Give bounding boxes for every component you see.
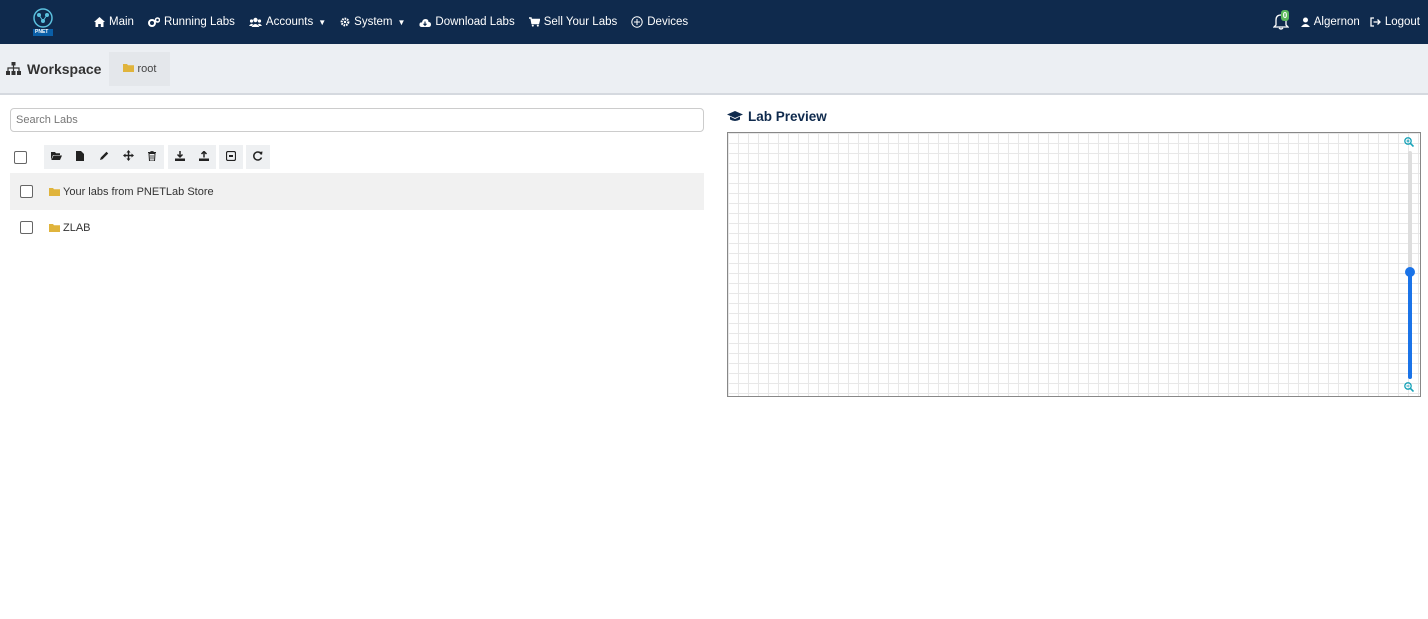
lab-toolbar [14, 145, 270, 169]
nav-main[interactable]: Main [94, 16, 134, 28]
select-all-checkbox[interactable] [14, 150, 27, 164]
nav-system-label: System [354, 16, 393, 28]
open-folder-button[interactable] [44, 145, 68, 169]
search-input[interactable] [10, 108, 704, 132]
import-icon [175, 150, 185, 164]
move-icon [122, 150, 134, 164]
export-icon [199, 149, 209, 164]
move-button[interactable] [116, 145, 140, 169]
nav-accounts[interactable]: Accounts ▼ [248, 16, 327, 28]
lab-preview-title: Lab Preview [727, 109, 827, 124]
zoom-slider-thumb[interactable] [1405, 267, 1415, 277]
caret-down-icon: ▼ [397, 17, 406, 27]
cogs-icon [147, 17, 160, 27]
folder-name[interactable]: Your labs from PNETLab Store [63, 186, 214, 198]
export-button[interactable] [192, 145, 216, 169]
pnet-logo[interactable]: PNET [30, 7, 56, 37]
caret-down-icon: ▼ [318, 17, 327, 27]
lab-preview-label: Lab Preview [748, 109, 827, 124]
nav-devices-label: Devices [647, 16, 689, 28]
nav-running-labs[interactable]: Running Labs [147, 16, 235, 28]
breadcrumb-root[interactable]: root [109, 51, 171, 86]
edit-icon [99, 151, 109, 163]
users-icon [248, 17, 262, 27]
nav-sell-your-labs[interactable]: Sell Your Labs [528, 16, 618, 28]
edit-button[interactable] [92, 145, 116, 169]
graduation-cap-icon [727, 111, 743, 122]
refresh-icon [253, 150, 263, 164]
open-folder-icon [50, 151, 62, 163]
folder-icon [49, 183, 60, 201]
logout-icon [1370, 17, 1381, 27]
import-button[interactable] [168, 145, 192, 169]
row-checkbox[interactable] [20, 185, 33, 198]
user-menu[interactable]: Algernon [1300, 16, 1360, 28]
lab-preview-canvas[interactable] [727, 132, 1421, 397]
import-folder-button[interactable] [219, 145, 243, 169]
nav-devices[interactable]: Devices [631, 16, 688, 28]
new-file-icon [76, 150, 84, 164]
workspace-title-label: Workspace [27, 60, 102, 77]
nav-sell-your-labs-label: Sell Your Labs [543, 16, 618, 28]
notification-badge: 0 [1280, 10, 1290, 21]
notifications-button[interactable]: 0 [1272, 10, 1291, 32]
plus-circle-icon [631, 16, 643, 28]
nav-accounts-label: Accounts [265, 16, 314, 28]
folder-icon [49, 219, 60, 237]
breadcrumb-label: root [137, 62, 157, 75]
toolbar-group-edit [44, 145, 164, 169]
zoom-slider[interactable] [1405, 151, 1415, 379]
list-item[interactable]: Your labs from PNETLab Store [10, 173, 704, 210]
nav-download-labs-label: Download Labs [435, 16, 515, 28]
top-navbar: PNET Main Running Labs Accounts ▼ System… [0, 0, 1428, 44]
logout-button[interactable]: Logout [1370, 16, 1420, 28]
cart-icon [528, 17, 540, 27]
delete-icon [148, 150, 156, 164]
zoom-slider-fill [1408, 272, 1412, 379]
home-icon [94, 17, 105, 27]
nav-running-labs-label: Running Labs [163, 16, 235, 28]
delete-button[interactable] [140, 145, 164, 169]
cloud-download-icon [419, 18, 432, 27]
import-folder-icon [225, 150, 237, 164]
logout-label: Logout [1384, 16, 1420, 28]
row-checkbox[interactable] [20, 221, 33, 234]
zoom-in-icon[interactable] [1404, 137, 1415, 150]
logo-text: PNET [35, 29, 49, 35]
nav-main-label: Main [109, 16, 134, 28]
nav-download-labs[interactable]: Download Labs [419, 16, 515, 28]
workspace-bar: Workspace root [0, 44, 1428, 95]
sitemap-icon [6, 62, 21, 75]
refresh-button[interactable] [246, 145, 270, 169]
user-icon [1300, 17, 1310, 27]
user-label: Algernon [1313, 16, 1360, 28]
folder-icon [123, 63, 135, 75]
gear-icon [340, 17, 350, 27]
nav-system[interactable]: System ▼ [340, 16, 405, 28]
list-item[interactable]: ZLAB [10, 209, 704, 246]
folder-name[interactable]: ZLAB [63, 222, 91, 234]
workspace-title: Workspace [6, 61, 101, 77]
new-file-button[interactable] [68, 145, 92, 169]
toolbar-group-transfer [168, 145, 216, 169]
zoom-out-icon[interactable] [1404, 382, 1415, 395]
